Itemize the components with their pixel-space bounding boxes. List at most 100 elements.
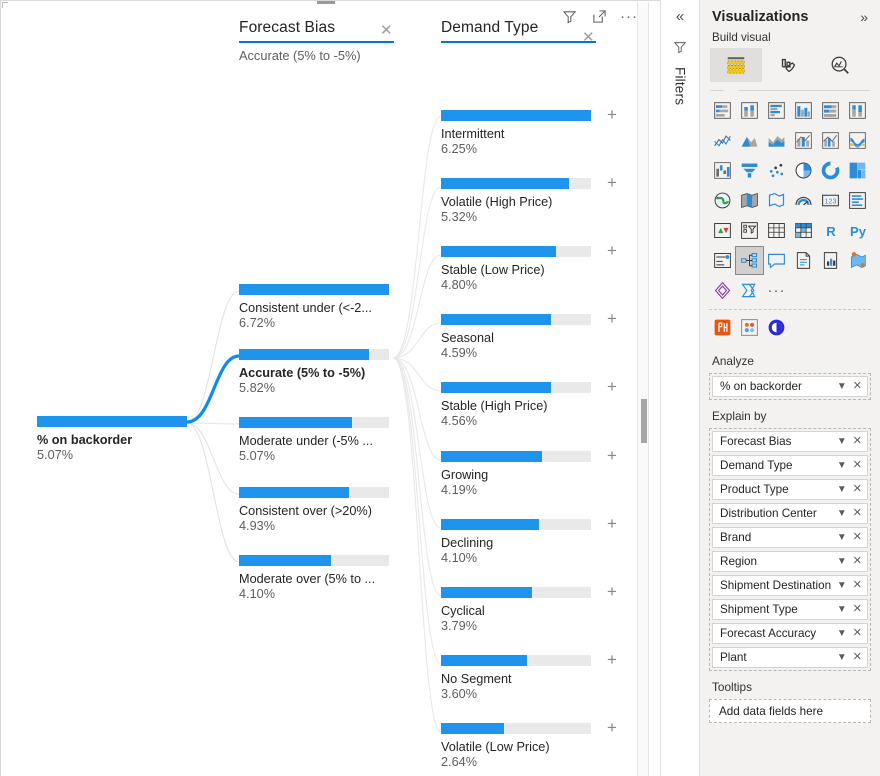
remove-field-icon[interactable]: ✕ bbox=[853, 532, 862, 543]
stacked-column-chart-icon[interactable] bbox=[736, 97, 763, 124]
tree-node[interactable]: + Stable (High Price) 4.56% bbox=[441, 378, 617, 428]
power-apps-icon[interactable] bbox=[709, 277, 736, 304]
100-stacked-column-chart-icon[interactable] bbox=[844, 97, 871, 124]
paginated-report-icon[interactable] bbox=[817, 247, 844, 274]
chevron-down-icon[interactable]: ▼ bbox=[837, 460, 847, 471]
tree-node[interactable]: Moderate over (5% to ... 4.10% bbox=[239, 555, 389, 601]
scatter-chart-icon[interactable] bbox=[763, 157, 790, 184]
chevron-down-icon[interactable]: ▼ bbox=[837, 508, 847, 519]
chevron-down-icon[interactable]: ▼ bbox=[837, 604, 847, 615]
expand-node-icon[interactable]: + bbox=[603, 174, 621, 192]
matrix-icon[interactable] bbox=[790, 217, 817, 244]
tree-node[interactable]: + No Segment 3.60% bbox=[441, 651, 617, 701]
donut-chart-icon[interactable] bbox=[817, 157, 844, 184]
tab-format[interactable] bbox=[762, 48, 814, 82]
visual-top-resize-handle[interactable] bbox=[317, 1, 335, 4]
line-stacked-column-chart-icon[interactable] bbox=[790, 127, 817, 154]
arcgis-maps-icon[interactable] bbox=[844, 247, 871, 274]
more-options-icon[interactable]: ··· bbox=[620, 7, 638, 25]
tree-node[interactable]: + Seasonal 4.59% bbox=[441, 310, 617, 360]
expand-node-icon[interactable]: + bbox=[603, 515, 621, 533]
chevron-down-icon[interactable]: ▼ bbox=[837, 628, 847, 639]
100-stacked-bar-chart-icon[interactable] bbox=[817, 97, 844, 124]
field-chip[interactable]: Shipment Type ▼ ✕ bbox=[712, 599, 868, 620]
remove-field-icon[interactable]: ✕ bbox=[853, 604, 862, 615]
remove-field-icon[interactable]: ✕ bbox=[853, 580, 862, 591]
card-icon[interactable]: 123 bbox=[817, 187, 844, 214]
field-chip[interactable]: Shipment Destination ▼ ✕ bbox=[712, 575, 868, 596]
tab-analytics[interactable] bbox=[814, 48, 866, 82]
remove-field-icon[interactable]: ✕ bbox=[853, 436, 862, 447]
tree-node[interactable]: + Volatile (Low Price) 2.64% bbox=[441, 719, 617, 769]
expand-node-icon[interactable]: + bbox=[603, 242, 621, 260]
clustered-column-chart-icon[interactable] bbox=[790, 97, 817, 124]
infographic-designer-icon[interactable] bbox=[763, 314, 790, 341]
more-visuals-icon[interactable]: ··· bbox=[763, 277, 790, 304]
pie-chart-icon[interactable] bbox=[790, 157, 817, 184]
filled-map-icon[interactable] bbox=[736, 187, 763, 214]
tree-node-selected[interactable]: Accurate (5% to -5%) 5.82% bbox=[239, 349, 389, 395]
kpi-icon[interactable] bbox=[709, 217, 736, 244]
column-close-icon[interactable]: ✕ bbox=[582, 30, 595, 45]
remove-field-icon[interactable]: ✕ bbox=[853, 508, 862, 519]
analyze-field-well[interactable]: % on backorder ▼ ✕ bbox=[709, 373, 871, 400]
field-chip[interactable]: Forecast Bias ▼ ✕ bbox=[712, 431, 868, 452]
field-chip[interactable]: Demand Type ▼ ✕ bbox=[712, 455, 868, 476]
remove-field-icon[interactable]: ✕ bbox=[853, 556, 862, 567]
chevron-down-icon[interactable]: ▼ bbox=[837, 580, 847, 591]
chevron-down-icon[interactable]: ▼ bbox=[837, 436, 847, 447]
smart-narrative-icon[interactable] bbox=[790, 247, 817, 274]
chevron-double-left-icon[interactable]: « bbox=[676, 9, 684, 24]
tree-node[interactable]: Consistent under (<-2... 6.72% bbox=[239, 284, 389, 330]
expand-node-icon[interactable]: + bbox=[603, 378, 621, 396]
area-chart-icon[interactable] bbox=[736, 127, 763, 154]
chevron-double-right-icon[interactable]: » bbox=[860, 9, 868, 25]
tree-node[interactable]: + Declining 4.10% bbox=[441, 515, 617, 565]
field-chip[interactable]: Region ▼ ✕ bbox=[712, 551, 868, 572]
field-chip[interactable]: % on backorder ▼ ✕ bbox=[712, 376, 868, 397]
chevron-down-icon[interactable]: ▼ bbox=[837, 652, 847, 663]
slicer-icon[interactable] bbox=[736, 217, 763, 244]
drill-down-donut-icon[interactable] bbox=[736, 314, 763, 341]
line-clustered-column-chart-icon[interactable] bbox=[817, 127, 844, 154]
field-chip[interactable]: Product Type ▼ ✕ bbox=[712, 479, 868, 500]
column-close-icon[interactable]: ✕ bbox=[380, 23, 393, 38]
power-automate-icon[interactable] bbox=[736, 277, 763, 304]
html-content-icon[interactable] bbox=[709, 314, 736, 341]
tooltips-drop-zone[interactable]: Add data fields here bbox=[709, 699, 871, 723]
tree-node[interactable]: + Volatile (High Price) 5.32% bbox=[441, 174, 617, 224]
clustered-bar-chart-icon[interactable] bbox=[763, 97, 790, 124]
expand-node-icon[interactable]: + bbox=[603, 310, 621, 328]
python-visual-icon[interactable]: Py bbox=[844, 217, 871, 244]
stacked-bar-chart-icon[interactable] bbox=[709, 97, 736, 124]
remove-field-icon[interactable]: ✕ bbox=[853, 460, 862, 471]
tree-node[interactable]: Consistent over (>20%) 4.93% bbox=[239, 487, 389, 533]
chevron-down-icon[interactable]: ▼ bbox=[837, 484, 847, 495]
gauge-icon[interactable] bbox=[790, 187, 817, 214]
tree-node[interactable]: + Intermittent 6.25% bbox=[441, 106, 617, 156]
treemap-icon[interactable] bbox=[844, 157, 871, 184]
table-icon[interactable] bbox=[763, 217, 790, 244]
remove-field-icon[interactable]: ✕ bbox=[853, 484, 862, 495]
tab-fields[interactable] bbox=[710, 48, 762, 82]
shape-map-icon[interactable] bbox=[763, 187, 790, 214]
field-chip[interactable]: Distribution Center ▼ ✕ bbox=[712, 503, 868, 524]
expand-node-icon[interactable]: + bbox=[603, 106, 621, 124]
tree-node-root[interactable]: % on backorder 5.07% bbox=[37, 416, 187, 462]
scrollbar-thumb[interactable] bbox=[641, 399, 647, 443]
remove-field-icon[interactable]: ✕ bbox=[853, 381, 862, 392]
field-chip[interactable]: Forecast Accuracy ▼ ✕ bbox=[712, 623, 868, 644]
tree-node[interactable]: + Growing 4.19% bbox=[441, 447, 617, 497]
map-icon[interactable] bbox=[709, 187, 736, 214]
tree-node[interactable]: + Stable (Low Price) 4.80% bbox=[441, 242, 617, 292]
tree-node[interactable]: Moderate under (-5% ... 5.07% bbox=[239, 417, 389, 463]
explain-by-field-well[interactable]: Forecast Bias ▼ ✕ Demand Type ▼ ✕ Product Ty… bbox=[709, 428, 871, 671]
chevron-down-icon[interactable]: ▼ bbox=[837, 556, 847, 567]
line-chart-icon[interactable] bbox=[709, 127, 736, 154]
expand-node-icon[interactable]: + bbox=[603, 719, 621, 737]
r-script-visual-icon[interactable]: R bbox=[817, 217, 844, 244]
canvas-vertical-scrollbar[interactable] bbox=[637, 2, 649, 776]
ribbon-chart-icon[interactable] bbox=[844, 127, 871, 154]
decomposition-tree-icon[interactable] bbox=[735, 246, 764, 275]
stacked-area-chart-icon[interactable] bbox=[763, 127, 790, 154]
